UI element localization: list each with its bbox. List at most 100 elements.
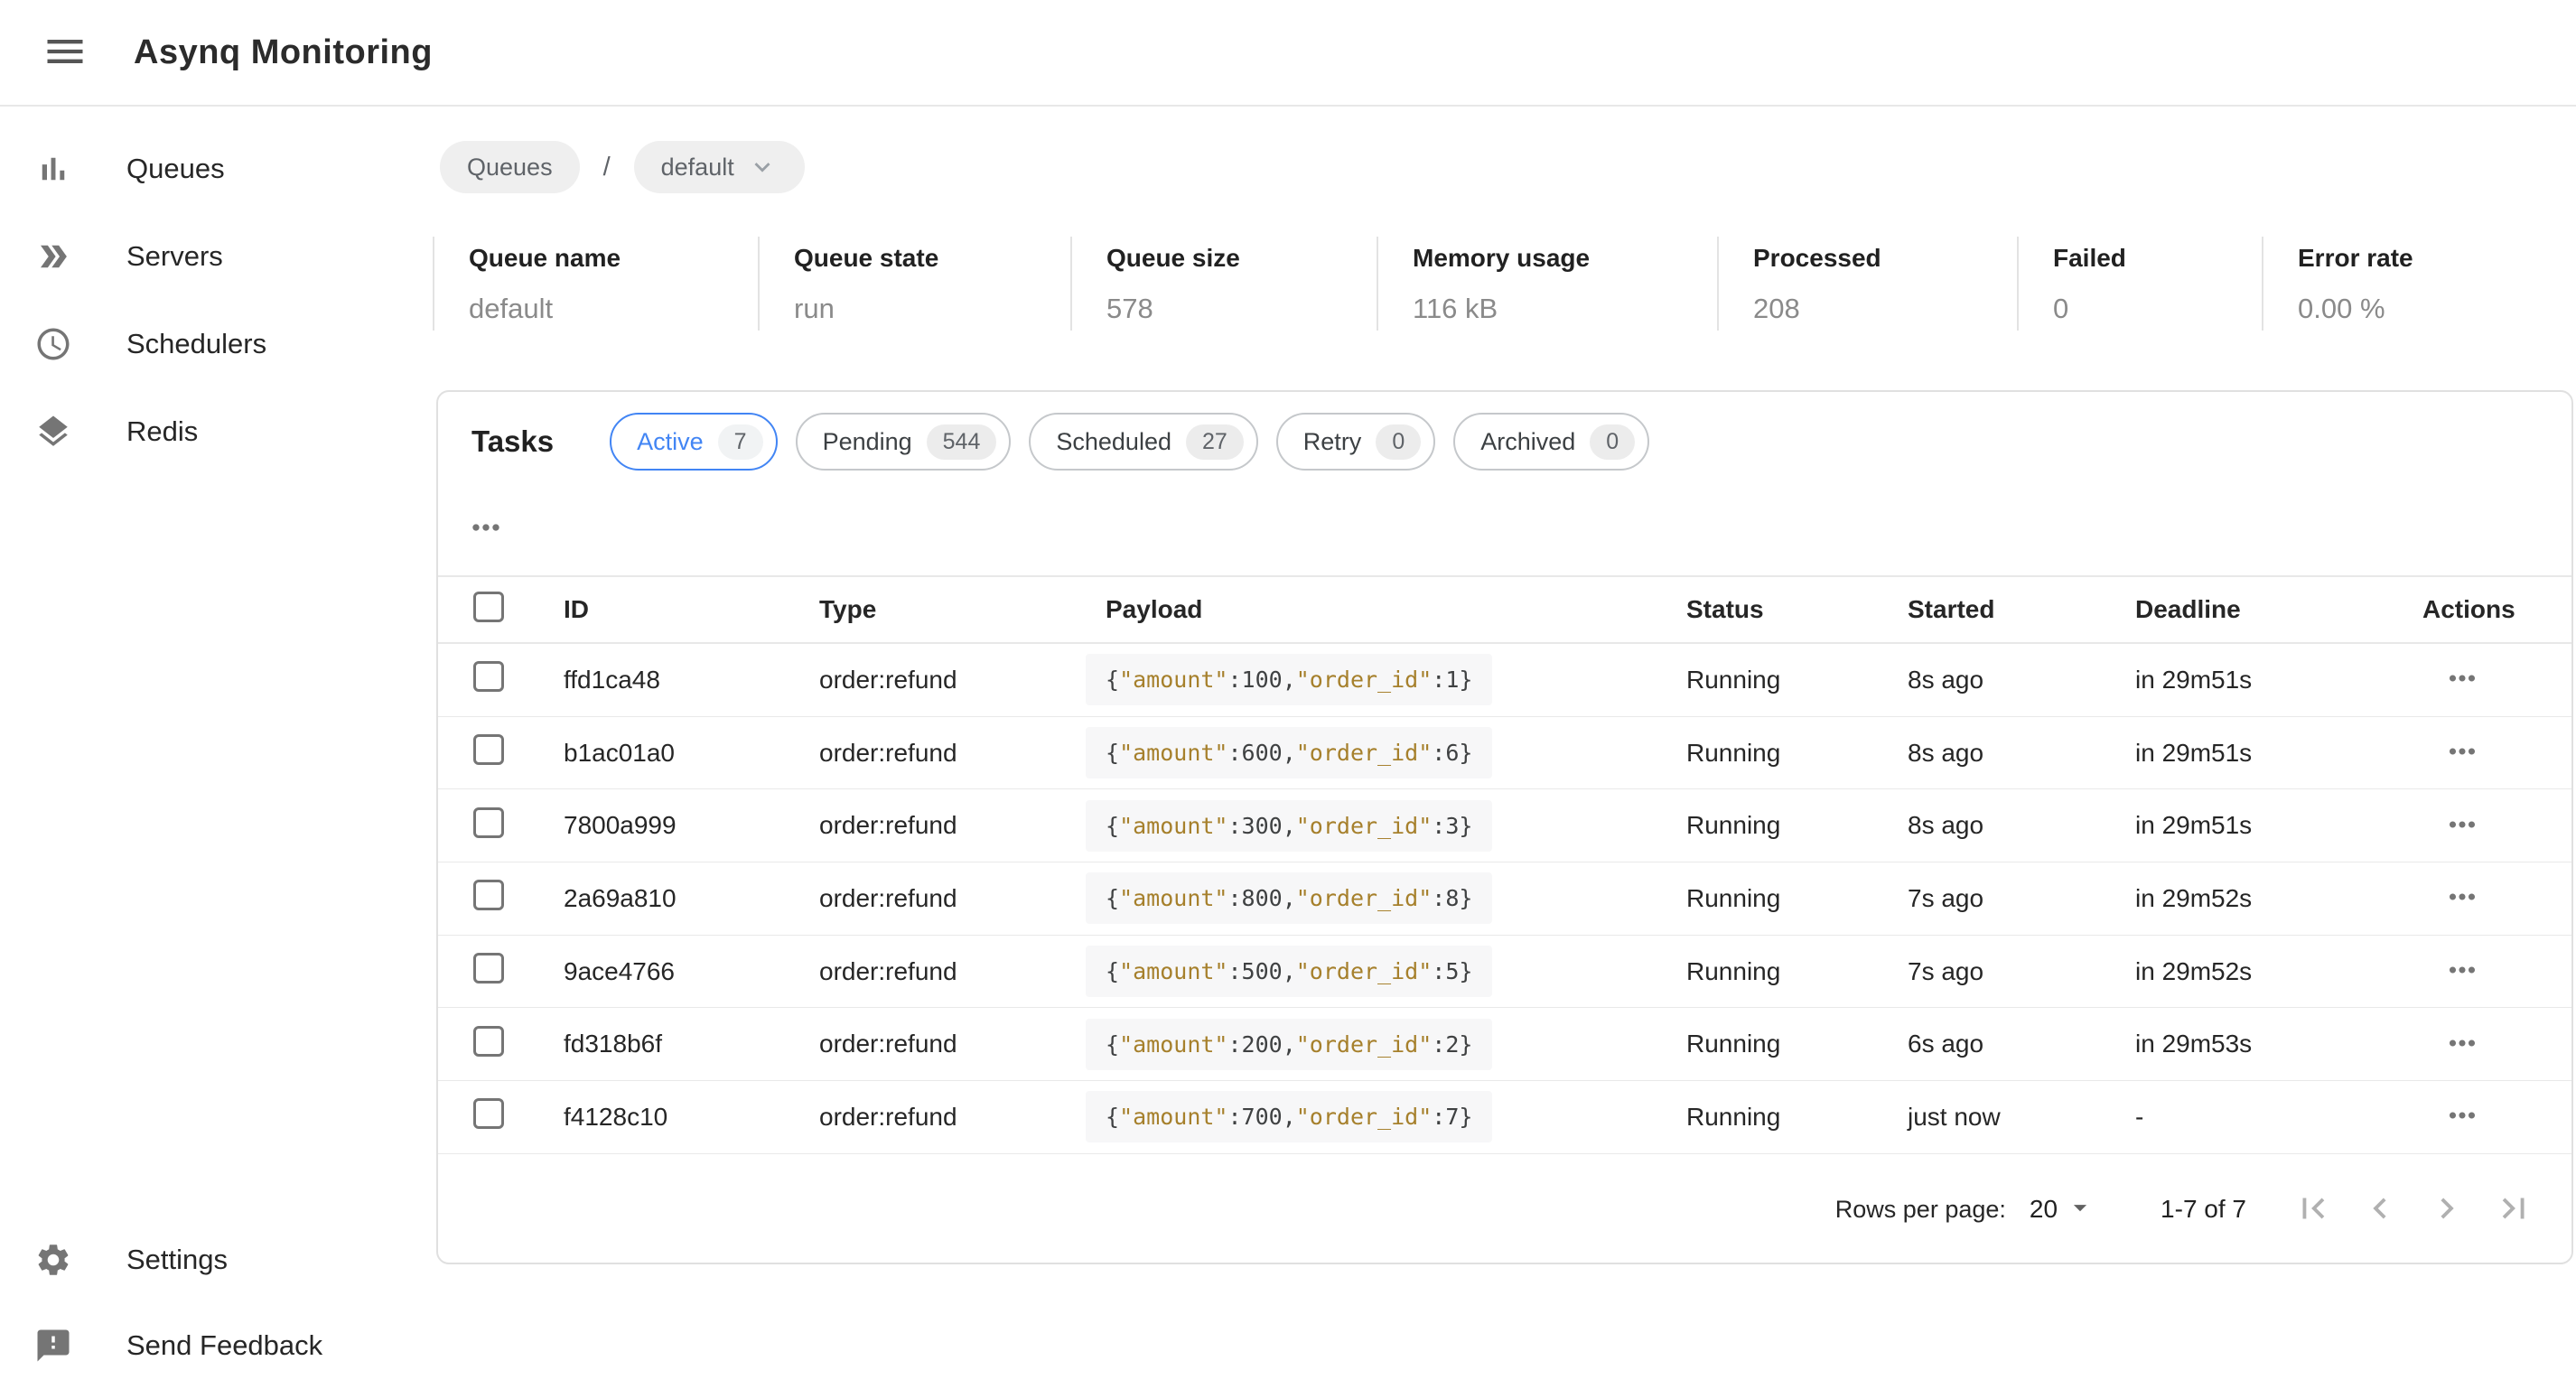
task-status-cell: Running — [1686, 1030, 1908, 1058]
sidebar-nav: Queues Servers Schedulers Redis — [0, 107, 436, 475]
sidebar-item-settings[interactable]: Settings — [0, 1216, 436, 1303]
row-checkbox[interactable] — [473, 734, 504, 765]
last-page-button[interactable] — [2487, 1182, 2541, 1236]
more-horiz-icon — [2443, 732, 2481, 773]
row-checkbox[interactable] — [473, 880, 504, 910]
menu-button[interactable] — [25, 13, 105, 92]
table-row: fd318b6forder:refund{"amount":200,"order… — [438, 1008, 2571, 1081]
app-title: Asynq Monitoring — [134, 33, 433, 72]
row-checkbox-cell — [438, 880, 564, 917]
row-actions-button[interactable] — [2437, 728, 2487, 778]
rows-per-page-label: Rows per page: — [1835, 1196, 2006, 1224]
more-horiz-icon — [2443, 1024, 2481, 1065]
tab-scheduled[interactable]: Scheduled27 — [1029, 413, 1257, 471]
bulk-actions-menu-button[interactable] — [460, 502, 512, 555]
table-row: b1ac01a0order:refund{"amount":600,"order… — [438, 717, 2571, 790]
task-deadline-cell: in 29m51s — [2135, 666, 2422, 694]
next-page-button[interactable] — [2420, 1182, 2474, 1236]
payload-json: {"amount":500,"order_id":5} — [1086, 946, 1492, 997]
task-status-cell: Running — [1686, 739, 1908, 768]
tasks-header: Tasks Active7Pending544Scheduled27Retry0… — [471, 413, 1649, 471]
row-checkbox[interactable] — [473, 807, 504, 838]
row-checkbox[interactable] — [473, 1098, 504, 1129]
sidebar-item-send-feedback[interactable]: Send Feedback — [0, 1301, 436, 1389]
queue-stat-processed: Processed 208 — [1717, 237, 2017, 331]
select-all-checkbox[interactable] — [473, 592, 504, 622]
task-actions-cell — [2422, 946, 2575, 997]
queue-selector-chip[interactable]: default — [634, 141, 805, 193]
sidebar-item-queues[interactable]: Queues — [0, 125, 436, 212]
task-id-cell: 2a69a810 — [564, 884, 819, 913]
task-started-cell: 8s ago — [1908, 666, 2135, 694]
sidebar-item-label: Schedulers — [126, 328, 266, 360]
stat-value: 208 — [1753, 293, 2017, 325]
table-row: ffd1ca48order:refund{"amount":100,"order… — [438, 644, 2571, 717]
sidebar-item-label: Queues — [126, 153, 225, 185]
tab-count-badge: 27 — [1186, 424, 1244, 460]
row-checkbox-cell — [438, 807, 564, 844]
more-horiz-icon — [2443, 878, 2481, 918]
row-actions-button[interactable] — [2437, 655, 2487, 705]
tab-count-badge: 0 — [1590, 424, 1635, 460]
row-checkbox[interactable] — [473, 661, 504, 692]
pagination-range: 1-7 of 7 — [2161, 1195, 2246, 1224]
sidebar-item-servers[interactable]: Servers — [0, 212, 436, 300]
queue-stat-queue-state: Queue staterun — [758, 237, 1070, 331]
stat-label: Processed — [1753, 244, 2017, 273]
tab-count-badge: 7 — [718, 424, 763, 460]
sidebar-item-schedulers[interactable]: Schedulers — [0, 300, 436, 387]
task-deadline-cell: - — [2135, 1103, 2422, 1132]
sidebar-item-label: Settings — [126, 1244, 228, 1276]
row-checkbox[interactable] — [473, 1026, 504, 1057]
sidebar-item-redis[interactable]: Redis — [0, 387, 436, 475]
task-payload-cell: {"amount":800,"order_id":8} — [1086, 872, 1686, 924]
task-actions-cell — [2422, 1019, 2575, 1069]
row-checkbox[interactable] — [473, 953, 504, 983]
task-type-cell: order:refund — [819, 666, 1086, 694]
tab-active[interactable]: Active 7 — [610, 413, 777, 471]
tab-label: Active — [637, 428, 704, 456]
payload-json: {"amount":200,"order_id":2} — [1086, 1019, 1492, 1070]
sidebar-item-label: Redis — [126, 415, 198, 448]
stat-value: 0.00 % — [2298, 293, 2576, 325]
task-type-cell: order:refund — [819, 739, 1086, 768]
tab-archived[interactable]: Archived0 — [1453, 413, 1649, 471]
more-horiz-icon — [466, 508, 506, 550]
task-actions-cell — [2422, 800, 2575, 851]
breadcrumb-queues-chip[interactable]: Queues — [440, 141, 580, 193]
row-checkbox-cell — [438, 1098, 564, 1135]
breadcrumb-root-label: Queues — [467, 154, 553, 182]
first-page-button[interactable] — [2286, 1182, 2340, 1236]
task-started-cell: just now — [1908, 1103, 2135, 1132]
stat-value: default — [469, 293, 758, 325]
column-header-started: Started — [1908, 595, 2135, 624]
task-state-tabs: Active 7 Pending544 Scheduled27 Retry0 Archiv… — [610, 413, 1649, 471]
chevron-right-icon — [2426, 1188, 2468, 1232]
task-type-cell: order:refund — [819, 884, 1086, 913]
row-actions-button[interactable] — [2437, 873, 2487, 924]
task-type-cell: order:refund — [819, 1030, 1086, 1058]
task-started-cell: 7s ago — [1908, 957, 2135, 986]
queue-stats-banner: Queue namedefaultQueue staterunQueue siz… — [433, 237, 2576, 331]
payload-json: {"amount":600,"order_id":6} — [1086, 727, 1492, 778]
chevron-left-icon — [2359, 1188, 2401, 1232]
hamburger-menu-icon — [42, 28, 89, 78]
stat-label: Queue size — [1106, 244, 1377, 273]
task-type-cell: order:refund — [819, 1103, 1086, 1132]
row-actions-button[interactable] — [2437, 800, 2487, 851]
tab-count-badge: 0 — [1376, 424, 1421, 460]
row-actions-button[interactable] — [2437, 946, 2487, 997]
row-actions-button[interactable] — [2437, 1092, 2487, 1142]
tab-pending[interactable]: Pending544 — [796, 413, 1012, 471]
row-actions-button[interactable] — [2437, 1019, 2487, 1069]
rows-per-page-select[interactable]: 20 — [2030, 1192, 2095, 1227]
arrow-drop-down-icon — [2058, 1192, 2095, 1227]
task-id-cell: b1ac01a0 — [564, 739, 819, 768]
queue-stat-queue-size: Queue size578 — [1070, 237, 1377, 331]
task-status-cell: Running — [1686, 666, 1908, 694]
header-checkbox-cell — [438, 592, 564, 629]
task-status-cell: Running — [1686, 957, 1908, 986]
tab-retry[interactable]: Retry0 — [1276, 413, 1435, 471]
more-horiz-icon — [2443, 806, 2481, 846]
previous-page-button[interactable] — [2353, 1182, 2407, 1236]
